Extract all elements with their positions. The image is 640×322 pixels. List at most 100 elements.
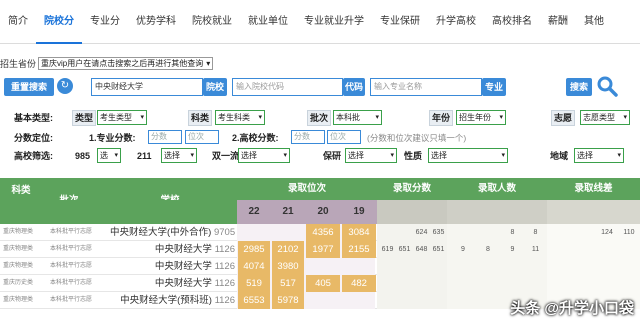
header-subject: 科类: [11, 185, 31, 196]
rank-cell: 2985: [243, 244, 265, 255]
score-cell: [413, 275, 430, 292]
row-school: 中央财经大学 1126: [110, 241, 235, 258]
search-button[interactable]: 搜索: [566, 78, 592, 96]
type-select[interactable]: 考生类型 ▾: [97, 110, 147, 125]
line-cell: 110: [623, 229, 635, 236]
rank-year-20: 20: [305, 200, 341, 224]
chevron-down-icon: ▾: [375, 114, 379, 121]
batch-value: 本科批: [336, 113, 360, 122]
school-name[interactable]: 中央财经大学(中外合作): [110, 227, 211, 238]
score-cell: [379, 275, 396, 292]
province-select[interactable]: 重庆vip用户在请点击搜索之后再进行其他查询 ▾: [38, 56, 214, 70]
wish-label: 志愿: [551, 110, 575, 126]
baoyan-label: 保研: [323, 151, 342, 161]
f985-select[interactable]: 选 ▾: [97, 148, 121, 163]
row-subject: 重庆物理类: [3, 297, 34, 303]
score-cell: [396, 275, 413, 292]
major-search-input[interactable]: 输入专业名称: [370, 78, 482, 96]
school-name[interactable]: 中央财经大学: [155, 278, 212, 289]
nature-label: 性质: [404, 151, 423, 161]
region-value: 选择: [577, 151, 593, 160]
count-year-block: [447, 200, 547, 224]
school-search-button[interactable]: 院校: [203, 78, 227, 96]
school-rank-input[interactable]: 位次: [327, 130, 361, 144]
rank-cell: 3084: [348, 227, 370, 238]
score-position-row: 分数定位: 1.专业分数: 分数 位次 2.高校分数: 分数 位次 (分数和位次…: [0, 130, 640, 148]
nature-select[interactable]: 选择 ▾: [428, 148, 508, 163]
row-subject: 重庆物理类: [3, 229, 34, 235]
double-first-class-label: 双一流: [212, 151, 240, 161]
count-cell: [451, 224, 475, 241]
school-code: 1126: [214, 261, 235, 272]
major-rank-input[interactable]: 位次: [185, 130, 219, 144]
tab-major-employment[interactable]: 专业就业升学: [296, 0, 372, 44]
code-search-input[interactable]: 输入院校代码: [232, 78, 343, 96]
school-code: 9705: [213, 227, 235, 238]
score-cell: [396, 292, 413, 309]
line-cell: [573, 258, 596, 275]
tab-salary[interactable]: 薪酬: [540, 0, 576, 44]
score-cell: 624: [415, 229, 428, 236]
tab-postgrad[interactable]: 专业保研: [372, 0, 428, 44]
f211-select[interactable]: 选择 ▾: [161, 148, 197, 163]
line-cell: [550, 224, 573, 241]
rank-year-19: 19: [341, 200, 377, 224]
tab-intro[interactable]: 简介: [0, 0, 36, 44]
header-score: 录取分数: [392, 183, 431, 194]
year-select[interactable]: 招生年份 ▾: [456, 110, 506, 125]
type-value: 考生类型: [100, 113, 132, 122]
tab-school-employment[interactable]: 院校就业: [184, 0, 240, 44]
school-score-input[interactable]: 分数: [291, 130, 325, 144]
tab-school-score[interactable]: 院校分: [36, 0, 82, 44]
table-row[interactable]: 重庆物理类 本科批平行志愿 中央财经大学 1126 4074 3980: [0, 258, 640, 275]
score-cell: 651: [432, 246, 445, 253]
school-name[interactable]: 中央财经大学(预科班): [120, 295, 212, 306]
header-line: 录取线差: [574, 183, 613, 194]
row-subject: 重庆历史类: [3, 280, 34, 286]
line-cell: [573, 241, 596, 258]
wish-select[interactable]: 志愿类型 ▾: [580, 110, 630, 125]
count-cell: [476, 275, 500, 292]
line-cell: [550, 275, 573, 292]
line-year-block: [547, 200, 640, 224]
table-year-row: 22 21 20 19: [0, 200, 640, 224]
count-cell: [501, 275, 524, 292]
search-icon[interactable]: [596, 75, 618, 97]
refresh-icon[interactable]: ↻: [57, 78, 73, 94]
tab-other[interactable]: 其他: [576, 0, 612, 44]
double-first-class-value: 选择: [241, 151, 257, 160]
region-select[interactable]: 选择 ▾: [574, 148, 624, 163]
score-cell: [379, 258, 396, 275]
table-row[interactable]: 重庆历史类 本科批平行志愿 中央财经大学 1126 519 517 405 482: [0, 275, 640, 292]
reset-search-button[interactable]: 重置搜索: [4, 78, 54, 96]
subject-label: 科类: [188, 110, 212, 126]
subject-select[interactable]: 考生科类 ▾: [215, 110, 265, 125]
row-batch: 本科批平行志愿: [50, 297, 93, 303]
tab-ranking[interactable]: 高校排名: [484, 0, 540, 44]
tab-major-score[interactable]: 专业分: [82, 0, 128, 44]
batch-select[interactable]: 本科批 ▾: [333, 110, 382, 125]
count-cell: [476, 292, 500, 309]
school-search-input[interactable]: 中央财经大学: [91, 78, 203, 96]
score-cell: [396, 258, 413, 275]
school-name[interactable]: 中央财经大学: [155, 261, 212, 272]
school-name[interactable]: 中央财经大学: [155, 244, 212, 255]
row-batch: 本科批平行志愿: [50, 246, 93, 252]
code-search-button[interactable]: 代码: [343, 78, 365, 96]
tab-strength[interactable]: 优势学科: [128, 0, 184, 44]
chevron-down-icon: ▾: [499, 114, 503, 121]
double-first-class-select[interactable]: 选择 ▾: [238, 148, 290, 163]
table-row[interactable]: 重庆物理类 本科批平行志愿 中央财经大学(中外合作) 9705 4356 3084 624…: [0, 224, 640, 241]
score-cell: [379, 224, 396, 241]
table-row[interactable]: 重庆物理类 本科批平行志愿 中央财经大学 1126 2985 2102 1977 2155 6…: [0, 241, 640, 258]
major-search-button[interactable]: 专业: [482, 78, 506, 96]
rank-year-21: 21: [271, 200, 305, 224]
major-score-label: 1.专业分数:: [89, 133, 136, 143]
tab-employer[interactable]: 就业单位: [240, 0, 296, 44]
tab-further-study[interactable]: 升学高校: [428, 0, 484, 44]
score-cell: [413, 258, 430, 275]
major-score-input[interactable]: 分数: [148, 130, 182, 144]
line-cell: [596, 258, 618, 275]
baoyan-select[interactable]: 选择 ▾: [345, 148, 397, 163]
row-subject: 重庆物理类: [3, 263, 34, 269]
